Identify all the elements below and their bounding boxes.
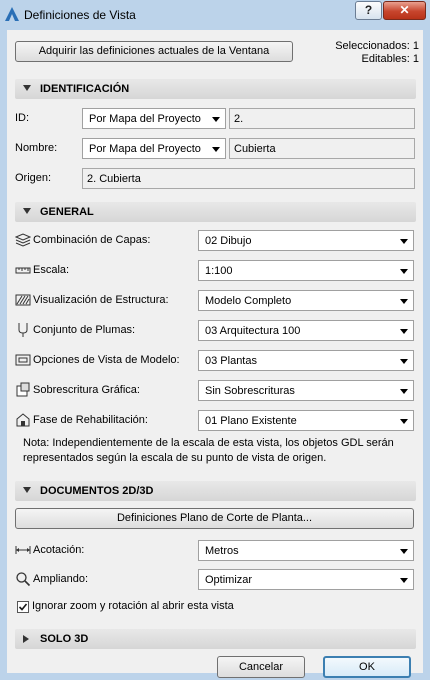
dimension-icon <box>15 546 31 554</box>
pen-set-label: Conjunto de Plumas: <box>33 324 136 336</box>
collapse-triangle-icon <box>23 208 31 214</box>
id-value: 2. <box>234 113 244 125</box>
structure-display-dropdown[interactable]: Modelo Completo <box>198 290 414 311</box>
section-title: SOLO 3D <box>40 633 89 645</box>
model-view-options-dropdown[interactable]: 03 Plantas <box>198 350 414 371</box>
graphic-override-dropdown[interactable]: Sin Sobrescrituras <box>198 380 414 401</box>
title-bar[interactable]: Definiciones de Vista ? ✕ <box>0 0 430 30</box>
dropdown-arrow-icon <box>400 299 408 304</box>
pen-set-dropdown[interactable]: 03 Arquitectura 100 <box>198 320 414 341</box>
help-button[interactable]: ? <box>355 1 382 20</box>
checkmark-icon <box>18 603 28 611</box>
renovation-phase-dropdown[interactable]: 01 Plano Existente <box>198 410 414 431</box>
graphic-override-label: Sobrescritura Gráfica: <box>33 384 140 396</box>
selected-count: Seleccionados: 1 <box>335 40 419 52</box>
dimension-dropdown[interactable]: Metros <box>198 540 414 561</box>
renovation-phase-label: Fase de Rehabilitación: <box>33 414 148 426</box>
acquire-settings-button[interactable]: Adquirir las definiciones actuales de la… <box>15 41 293 62</box>
ignore-zoom-checkbox[interactable] <box>17 601 29 613</box>
cancel-button[interactable]: Cancelar <box>217 656 305 678</box>
pen-icon <box>18 323 28 337</box>
dropdown-arrow-icon <box>400 549 408 554</box>
section-title: GENERAL <box>40 206 94 218</box>
ignore-zoom-label[interactable]: Ignorar zoom y rotación al abrir esta vi… <box>32 600 234 612</box>
dimension-label: Acotación: <box>33 544 85 556</box>
dropdown-arrow-icon <box>400 239 408 244</box>
dropdown-value: Metros <box>205 545 239 557</box>
dropdown-value: 01 Plano Existente <box>205 415 297 427</box>
graphic-override-icon <box>16 382 30 397</box>
scale-dropdown[interactable]: 1:100 <box>198 260 414 281</box>
dropdown-arrow-icon <box>400 329 408 334</box>
id-mode-dropdown[interactable]: Por Mapa del Proyecto <box>82 108 226 129</box>
name-mode-dropdown[interactable]: Por Mapa del Proyecto <box>82 138 226 159</box>
dropdown-value: 03 Arquitectura 100 <box>205 325 301 337</box>
close-button[interactable]: ✕ <box>383 1 426 20</box>
model-view-icon <box>15 354 31 366</box>
archicad-icon <box>5 7 19 21</box>
structure-display-label: Visualización de Estructura: <box>33 294 169 306</box>
dropdown-arrow-icon <box>212 147 220 152</box>
dropdown-arrow-icon <box>400 578 408 583</box>
source-label: Origen: <box>15 172 52 184</box>
dropdown-value: 02 Dibujo <box>205 235 252 247</box>
dialog-content: Adquirir las definiciones actuales de la… <box>7 30 423 678</box>
collapse-triangle-icon <box>23 85 31 91</box>
section-title: IDENTIFICACIÓN <box>40 83 130 95</box>
ruler-icon <box>15 267 31 274</box>
name-field[interactable]: Cubierta <box>229 138 415 159</box>
section-documents-2d-3d[interactable]: DOCUMENTOS 2D/3D <box>15 481 416 501</box>
dropdown-arrow-icon <box>212 117 220 122</box>
source-value: 2. Cubierta <box>87 173 141 185</box>
cut-plane-settings-button[interactable]: Definiciones Plano de Corte de Planta... <box>15 508 414 529</box>
id-label: ID: <box>15 112 30 124</box>
expand-triangle-icon <box>23 635 29 643</box>
dropdown-value: 1:100 <box>205 265 233 277</box>
scale-label: Escala: <box>33 264 70 276</box>
section-general[interactable]: GENERAL <box>15 202 416 222</box>
name-label: Nombre: <box>15 142 58 154</box>
zoom-label: Ampliando: <box>33 573 89 585</box>
ok-button[interactable]: OK <box>323 656 411 678</box>
layer-combination-dropdown[interactable]: 02 Dibujo <box>198 230 414 251</box>
magnifier-icon <box>16 572 31 587</box>
structure-icon <box>15 294 31 306</box>
dropdown-value: Sin Sobrescrituras <box>205 385 295 397</box>
dialog-window: Definiciones de Vista ? ✕ Adquirir las d… <box>0 0 430 680</box>
section-title: DOCUMENTOS 2D/3D <box>40 485 154 497</box>
section-identification[interactable]: IDENTIFICACIÓN <box>15 79 416 99</box>
dropdown-value: Modelo Completo <box>205 295 292 307</box>
dropdown-arrow-icon <box>400 269 408 274</box>
window-title: Definiciones de Vista <box>24 8 136 22</box>
dropdown-arrow-icon <box>400 359 408 364</box>
dropdown-arrow-icon <box>400 419 408 424</box>
layer-combination-label: Combinación de Capas: <box>33 234 151 246</box>
source-field: 2. Cubierta <box>82 168 415 189</box>
zoom-dropdown[interactable]: Optimizar <box>198 569 414 590</box>
dropdown-value: Por Mapa del Proyecto <box>89 113 201 125</box>
name-value: Cubierta <box>234 143 276 155</box>
dropdown-value: Por Mapa del Proyecto <box>89 143 201 155</box>
model-view-options-label: Opciones de Vista de Modelo: <box>33 354 180 366</box>
dropdown-arrow-icon <box>400 389 408 394</box>
id-field[interactable]: 2. <box>229 108 415 129</box>
dropdown-value: Optimizar <box>205 574 253 586</box>
gdl-scale-note: Nota: Independientemente de la escala de… <box>23 437 394 464</box>
editable-count: Editables: 1 <box>361 53 419 65</box>
dropdown-value: 03 Plantas <box>205 355 257 367</box>
renovation-icon <box>16 413 30 427</box>
layers-icon <box>15 233 31 247</box>
collapse-triangle-icon <box>23 487 31 493</box>
section-solo-3d[interactable]: SOLO 3D <box>15 629 416 649</box>
